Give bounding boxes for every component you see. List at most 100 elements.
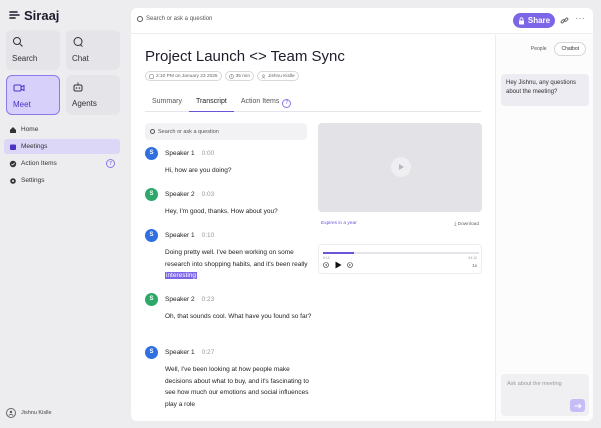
play-icon[interactable] bbox=[334, 261, 342, 269]
share-label: Share bbox=[527, 16, 551, 25]
speaker-avatar: S bbox=[145, 292, 158, 306]
link-icon[interactable] bbox=[560, 16, 569, 25]
sidebar-item-settings[interactable]: Settings bbox=[4, 173, 120, 188]
tile-label: Search bbox=[12, 54, 38, 63]
chat-panel: People Chatbot Hey Jishnu, any questions… bbox=[495, 35, 593, 421]
count-badge: 7 bbox=[282, 98, 292, 108]
transcript-entry[interactable]: S Speaker 1 0:00 Hi, how are you doing? bbox=[145, 146, 315, 177]
top-bar: Search or ask a question Share ··· bbox=[131, 8, 593, 34]
mode-chatbot[interactable]: Chatbot bbox=[554, 42, 586, 56]
share-button[interactable]: Share bbox=[513, 13, 555, 28]
user-icon bbox=[8, 410, 14, 416]
transcript-search-input[interactable]: Search or ask a question bbox=[145, 123, 307, 140]
progress-fill bbox=[323, 252, 355, 254]
player-controls bbox=[323, 261, 353, 269]
tile-label: Chat bbox=[72, 54, 89, 63]
timestamp[interactable]: 0:10 bbox=[202, 232, 215, 239]
owner-text: Jishnu Kislle bbox=[268, 73, 295, 79]
sidebar-item-meetings[interactable]: Meetings bbox=[4, 139, 120, 154]
transcript-text: Well, I've been looking at how people ma… bbox=[165, 366, 309, 408]
download-icon: ⤓ bbox=[454, 222, 457, 227]
tile-agents[interactable]: Agents bbox=[66, 75, 120, 115]
page-title: Project Launch <> Team Sync bbox=[145, 48, 345, 65]
user-icon bbox=[261, 73, 266, 79]
tile-chat[interactable]: Chat bbox=[66, 30, 120, 70]
total-time: 34:12 bbox=[468, 256, 477, 260]
robot-icon bbox=[73, 82, 83, 92]
search-icon bbox=[13, 37, 23, 47]
chat-input-placeholder: Ask about the meeting bbox=[507, 381, 562, 387]
more-options-icon[interactable]: ··· bbox=[576, 14, 586, 23]
transcript-entry[interactable]: S Speaker 1 0:27 Well, I've been looking… bbox=[145, 345, 315, 410]
meeting-tabs: Summary Transcript Action Items 7 bbox=[145, 92, 481, 112]
speaker-avatar: S bbox=[145, 146, 158, 160]
transcript-entry[interactable]: S Speaker 1 0:10 Doing pretty well. I've… bbox=[145, 228, 315, 282]
chat-input[interactable]: Ask about the meeting bbox=[501, 374, 589, 416]
calendar-icon bbox=[10, 144, 16, 150]
duration-chip: 35 min bbox=[224, 71, 255, 81]
video-icon bbox=[13, 84, 25, 92]
download-link[interactable]: ⤓ Download bbox=[454, 221, 479, 227]
tab-summary[interactable]: Summary bbox=[145, 92, 189, 112]
rewind-icon[interactable] bbox=[323, 262, 329, 268]
tab-label: Action Items bbox=[240, 98, 280, 105]
transcript-entry[interactable]: S Speaker 2 0:23 Oh, that sounds cool. W… bbox=[145, 292, 315, 323]
timestamp[interactable]: 0:23 bbox=[202, 296, 215, 303]
timestamp[interactable]: 0:03 bbox=[202, 191, 215, 198]
app-name: Siraaj bbox=[24, 8, 60, 23]
chat-message: Hey Jishnu, any questions about the meet… bbox=[501, 74, 589, 106]
speaker-name: Speaker 2 bbox=[165, 295, 195, 303]
playback-speed[interactable]: 1x bbox=[472, 263, 477, 268]
global-search[interactable]: Search or ask a question bbox=[137, 16, 212, 22]
speaker-name: Speaker 1 bbox=[165, 348, 195, 356]
tab-transcript[interactable]: Transcript bbox=[188, 92, 234, 112]
duration-text: 35 min bbox=[235, 73, 251, 79]
main-panel: Search or ask a question Share ··· Proje… bbox=[131, 8, 593, 421]
sidebar-item-home[interactable]: Home bbox=[4, 122, 120, 137]
app-logo[interactable]: Siraaj bbox=[9, 8, 59, 23]
play-icon bbox=[399, 164, 404, 170]
speaker-name: Speaker 1 bbox=[165, 231, 195, 239]
forward-icon[interactable] bbox=[347, 262, 353, 268]
speaker-avatar: S bbox=[145, 345, 158, 359]
expiry-text: Expires in a year bbox=[321, 221, 357, 226]
tab-action-items[interactable]: Action Items 7 bbox=[234, 92, 299, 112]
speaker-avatar: S bbox=[145, 228, 158, 242]
mode-people[interactable]: People bbox=[525, 42, 553, 56]
owner-chip: Jishnu Kislle bbox=[257, 71, 299, 81]
sidebar-nav: Home Meetings Action Items 7 Settings bbox=[4, 122, 120, 190]
download-label: Download bbox=[457, 222, 479, 227]
current-time: 0:10 bbox=[323, 256, 330, 260]
sidebar-item-label: Home bbox=[21, 126, 39, 133]
tile-meet[interactable]: Meet bbox=[6, 75, 60, 115]
sidebar: Siraaj Search Chat Meet Agents Home Meet… bbox=[0, 0, 130, 428]
transcript-entry[interactable]: S Speaker 2 0:03 Hey, I'm good, thanks. … bbox=[145, 187, 315, 218]
highlighted-word[interactable]: interesting bbox=[165, 272, 197, 279]
sidebar-item-label: Settings bbox=[21, 177, 45, 184]
sidebar-item-label: Meetings bbox=[21, 143, 48, 150]
transcript-text: Hi, how are you doing? bbox=[165, 167, 232, 174]
sidebar-item-action-items[interactable]: Action Items 7 bbox=[4, 156, 120, 171]
speaker-name: Speaker 2 bbox=[165, 190, 195, 198]
progress-track[interactable] bbox=[323, 252, 479, 254]
timestamp[interactable]: 0:27 bbox=[202, 349, 215, 356]
datetime-chip: 2:10 PM on January 23 2025 bbox=[145, 71, 222, 81]
speaker-avatar: S bbox=[145, 187, 158, 201]
datetime-text: 2:10 PM on January 23 2025 bbox=[156, 73, 218, 79]
clock-icon bbox=[228, 73, 234, 79]
tile-search[interactable]: Search bbox=[6, 30, 60, 70]
user-profile[interactable]: Jishnu Kislle bbox=[6, 408, 52, 418]
video-preview[interactable] bbox=[318, 123, 482, 212]
chat-mode-toggle: People Chatbot bbox=[525, 42, 586, 56]
transcript-text-body: Doing pretty well. I've been working on … bbox=[165, 249, 308, 268]
calendar-icon bbox=[149, 74, 154, 79]
play-button[interactable] bbox=[391, 157, 411, 177]
check-icon bbox=[9, 160, 17, 167]
tile-label: Agents bbox=[72, 99, 97, 108]
sidebar-item-label: Action Items bbox=[21, 160, 57, 167]
user-name: Jishnu Kislle bbox=[21, 410, 52, 416]
transcript-search-placeholder: Search or ask a question bbox=[158, 128, 219, 135]
send-button[interactable] bbox=[570, 399, 585, 412]
transcript-text: Doing pretty well. I've been working on … bbox=[165, 247, 315, 282]
timestamp[interactable]: 0:00 bbox=[202, 150, 215, 157]
